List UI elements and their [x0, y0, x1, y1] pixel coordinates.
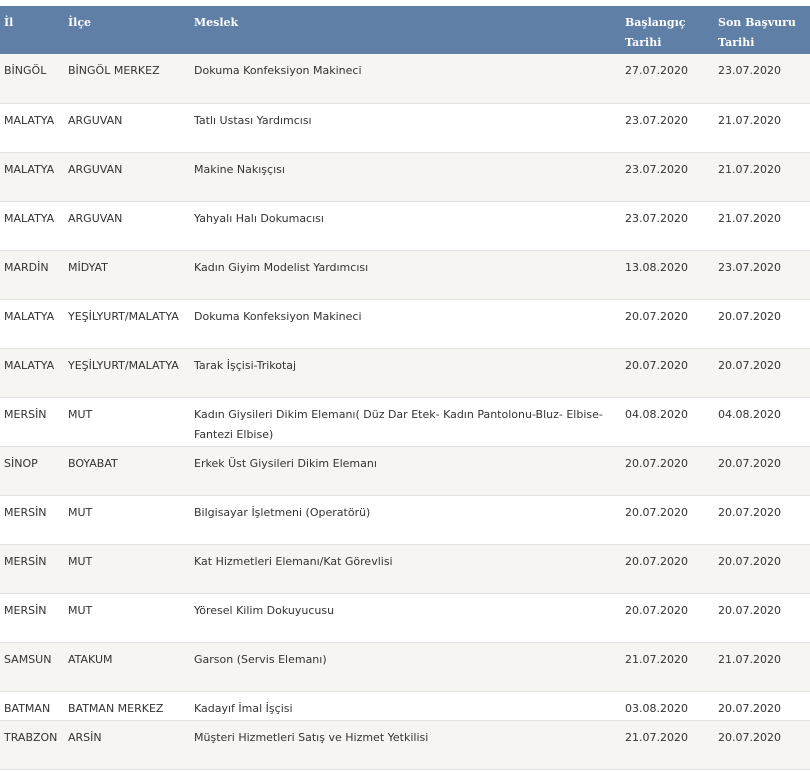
cell-son-basvuru: 20.07.2020: [714, 348, 810, 398]
cell-ilce: YEŞİLYURT/MALATYA: [64, 348, 190, 398]
cell-il: MARDİN: [0, 250, 64, 300]
cell-meslek: Tarak İşçisi-Trikotaj: [190, 348, 621, 398]
cell-meslek: Kat Hizmetleri Elemanı/Kat Görevlisi: [190, 544, 621, 594]
table-row: MALATYA YEŞİLYURT/MALATYA Dokuma Konfeks…: [0, 299, 810, 349]
cell-ilce: MİDYAT: [64, 250, 190, 300]
cell-il: MALATYA: [0, 348, 64, 398]
cell-ilce: BATMAN MERKEZ: [64, 691, 190, 721]
header-baslangic-tarihi: Başlangıç Tarihi: [625, 16, 686, 49]
cell-ilce: ARGUVAN: [64, 201, 190, 251]
cell-meslek: Yöresel Kilim Dokuyucusu: [190, 593, 621, 643]
header-son-basvuru-tarihi: Son Başvuru Tarihi: [718, 16, 796, 49]
cell-baslangic: 20.07.2020: [621, 544, 714, 594]
cell-il: MERSİN: [0, 495, 64, 545]
cell-baslangic: 20.07.2020: [621, 299, 714, 349]
cell-meslek: Makine Nakışçısı: [190, 152, 621, 202]
table-row: BATMAN BATMAN MERKEZ Kadayıf İmal İşçisi…: [0, 691, 810, 721]
cell-il: SAMSUN: [0, 642, 64, 692]
table-header: İl İlçe Meslek Başlangıç Tarihi Son Başvu…: [0, 6, 810, 54]
cell-baslangic: 23.07.2020: [621, 103, 714, 153]
cell-il: MALATYA: [0, 103, 64, 153]
cell-il: MERSİN: [0, 593, 64, 643]
cell-meslek: Dokuma Konfeksiyon Makineci: [190, 54, 621, 104]
cell-ilce: BOYABAT: [64, 446, 190, 496]
table-row: MARDİN MİDYAT Kadın Giyim Modelist Yardı…: [0, 250, 810, 300]
cell-ilce: MUT: [64, 593, 190, 643]
table-row: MERSİN MUT Kadın Giysileri Dikim Elemanı…: [0, 397, 810, 447]
cell-meslek: Garson (Servis Elemanı): [190, 642, 621, 692]
cell-son-basvuru: 20.07.2020: [714, 299, 810, 349]
cell-baslangic: 04.08.2020: [621, 397, 714, 447]
table-row: MERSİN MUT Yöresel Kilim Dokuyucusu 20.0…: [0, 593, 810, 643]
cell-meslek: Yahyalı Halı Dokumacısı: [190, 201, 621, 251]
cell-son-basvuru: 20.07.2020: [714, 720, 810, 770]
table-row: TRABZON ARSİN Müşteri Hizmetleri Satış v…: [0, 720, 810, 770]
cell-il: MERSİN: [0, 397, 64, 447]
header-row: İl İlçe Meslek Başlangıç Tarihi Son Başvu…: [0, 6, 810, 54]
cell-baslangic: 20.07.2020: [621, 495, 714, 545]
cell-son-basvuru: 21.07.2020: [714, 103, 810, 153]
cell-son-basvuru: 23.07.2020: [714, 54, 810, 104]
cell-meslek: Erkek Üst Giysileri Dikim Elemanı: [190, 446, 621, 496]
cell-son-basvuru: 23.07.2020: [714, 250, 810, 300]
cell-meslek: Kadın Giyim Modelist Yardımcısı: [190, 250, 621, 300]
cell-ilce: ARSİN: [64, 720, 190, 770]
cell-il: MALATYA: [0, 299, 64, 349]
cell-ilce: YEŞİLYURT/MALATYA: [64, 299, 190, 349]
cell-meslek: Tatlı Ustası Yardımcısı: [190, 103, 621, 153]
cell-ilce: ARGUVAN: [64, 152, 190, 202]
cell-meslek: Bilgisayar İşletmeni (Operatörü): [190, 495, 621, 545]
cell-baslangic: 13.08.2020: [621, 250, 714, 300]
table-row: MERSİN MUT Kat Hizmetleri Elemanı/Kat Gö…: [0, 544, 810, 594]
cell-baslangic: 23.07.2020: [621, 152, 714, 202]
table-row: MALATYA ARGUVAN Yahyalı Halı Dokumacısı …: [0, 201, 810, 251]
cell-ilce: MUT: [64, 544, 190, 594]
cell-son-basvuru: 21.07.2020: [714, 642, 810, 692]
cell-il: MERSİN: [0, 544, 64, 594]
table-row: MALATYA ARGUVAN Tatlı Ustası Yardımcısı …: [0, 103, 810, 153]
table-row: MALATYA ARGUVAN Makine Nakışçısı 23.07.2…: [0, 152, 810, 202]
cell-son-basvuru: 20.07.2020: [714, 691, 810, 721]
table-body: BİNGÖL BİNGÖL MERKEZ Dokuma Konfeksiyon …: [0, 54, 810, 770]
cell-son-basvuru: 20.07.2020: [714, 495, 810, 545]
cell-son-basvuru: 04.08.2020: [714, 397, 810, 447]
cell-son-basvuru: 20.07.2020: [714, 544, 810, 594]
cell-baslangic: 03.08.2020: [621, 691, 714, 721]
cell-son-basvuru: 20.07.2020: [714, 593, 810, 643]
cell-ilce: BİNGÖL MERKEZ: [64, 54, 190, 104]
cell-meslek: Kadayıf İmal İşçisi: [190, 691, 621, 721]
cell-il: MALATYA: [0, 201, 64, 251]
cell-baslangic: 20.07.2020: [621, 593, 714, 643]
cell-ilce: MUT: [64, 397, 190, 447]
cell-ilce: ATAKUM: [64, 642, 190, 692]
cell-il: BATMAN: [0, 691, 64, 721]
table-row: MALATYA YEŞİLYURT/MALATYA Tarak İşçisi-T…: [0, 348, 810, 398]
cell-il: SİNOP: [0, 446, 64, 496]
cell-son-basvuru: 21.07.2020: [714, 152, 810, 202]
cell-baslangic: 21.07.2020: [621, 642, 714, 692]
cell-ilce: MUT: [64, 495, 190, 545]
header-ilce: İlçe: [68, 16, 92, 29]
cell-ilce: ARGUVAN: [64, 103, 190, 153]
cell-meslek: Kadın Giysileri Dikim Elemanı( Düz Dar E…: [190, 397, 621, 447]
cell-baslangic: 21.07.2020: [621, 720, 714, 770]
header-meslek: Meslek: [194, 16, 239, 29]
cell-il: BİNGÖL: [0, 54, 64, 104]
header-il: İl: [4, 16, 14, 29]
cell-baslangic: 20.07.2020: [621, 446, 714, 496]
table-row: BİNGÖL BİNGÖL MERKEZ Dokuma Konfeksiyon …: [0, 54, 810, 104]
cell-meslek: Dokuma Konfeksiyon Makineci: [190, 299, 621, 349]
cell-son-basvuru: 21.07.2020: [714, 201, 810, 251]
cell-baslangic: 27.07.2020: [621, 54, 714, 104]
cell-baslangic: 23.07.2020: [621, 201, 714, 251]
table-row: SAMSUN ATAKUM Garson (Servis Elemanı) 21…: [0, 642, 810, 692]
table-row: MERSİN MUT Bilgisayar İşletmeni (Operatö…: [0, 495, 810, 545]
table-row: SİNOP BOYABAT Erkek Üst Giysileri Dikim …: [0, 446, 810, 496]
cell-baslangic: 20.07.2020: [621, 348, 714, 398]
job-listings-table: İl İlçe Meslek Başlangıç Tarihi Son Başvu…: [0, 6, 810, 770]
cell-son-basvuru: 20.07.2020: [714, 446, 810, 496]
cell-meslek: Müşteri Hizmetleri Satış ve Hizmet Yetki…: [190, 720, 621, 770]
cell-il: TRABZON: [0, 720, 64, 770]
cell-il: MALATYA: [0, 152, 64, 202]
